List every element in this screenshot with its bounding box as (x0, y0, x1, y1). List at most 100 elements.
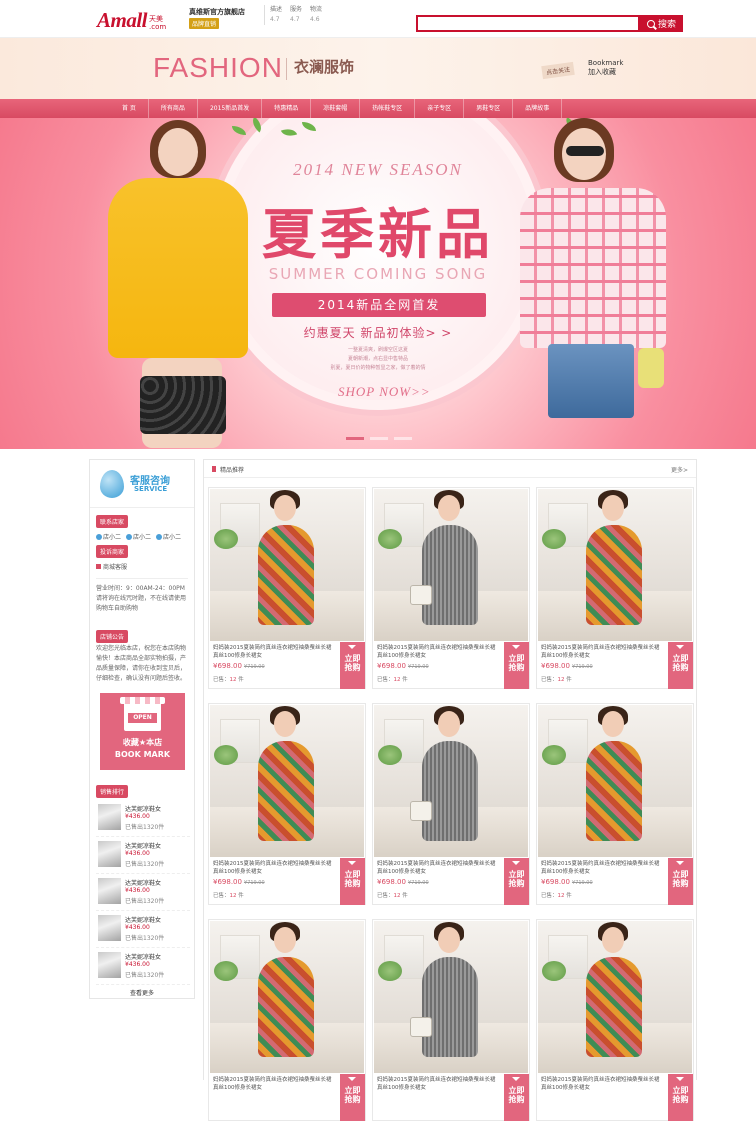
product-image[interactable] (538, 921, 692, 1073)
buy-line: 立即 (344, 654, 361, 663)
buy-now-button[interactable]: 立即 抢购 (668, 858, 693, 905)
buy-now-button[interactable]: 立即 抢购 (504, 642, 529, 689)
buy-line: 立即 (508, 654, 525, 663)
sold-count: 12 (557, 893, 565, 899)
more-link[interactable]: 更多> (671, 465, 688, 474)
bookmark-shop-button[interactable]: OPEN 收藏★本店 BOOK MARK (100, 693, 185, 770)
product-sold: 已售：12 件 (541, 675, 572, 683)
nav-item-home[interactable]: 首 页 (110, 99, 149, 118)
nav-item-men[interactable]: 男鞋专区 (464, 99, 514, 118)
rank-item[interactable]: 达芙妮凉鞋女 ¥436.00 已售出1320件 (96, 948, 190, 985)
rank-item[interactable]: 达芙妮凉鞋女 ¥436.00 已售出1320件 (96, 874, 190, 911)
shop-now-link[interactable]: SHOP NOW>> (338, 384, 431, 400)
product-card[interactable]: 妈妈装2015夏装简约真丝连衣裙短袖桑蚕丝长裙真丝100修身长裙女 ¥698.00… (372, 703, 530, 905)
product-title[interactable]: 妈妈装2015夏装简约真丝连衣裙短袖桑蚕丝长裙真丝100修身长裙女 (541, 1076, 663, 1092)
search-icon (646, 19, 655, 28)
product-image[interactable] (210, 489, 364, 641)
product-sold: 已售：12 件 (541, 891, 572, 899)
sold-label: 已售： (541, 893, 558, 899)
sold-count: 12 (393, 893, 401, 899)
product-title[interactable]: 妈妈装2015夏装简约真丝连衣裙短袖桑蚕丝长裙真丝100修身长裙女 (377, 644, 499, 660)
rating-item: 服务 4.7 (290, 5, 302, 25)
product-card[interactable]: 妈妈装2015夏装简约真丝连衣裙短袖桑蚕丝长裙真丝100修身长裙女 立即 抢购 (208, 919, 366, 1121)
product-card[interactable]: 妈妈装2015夏装简约真丝连衣裙短袖桑蚕丝长裙真丝100修身长裙女 立即 抢购 (372, 919, 530, 1121)
buy-now-button[interactable]: 立即 抢购 (504, 1074, 529, 1121)
logo-sub: 天美 .com (149, 15, 166, 31)
nav-item-story[interactable]: 品牌故事 (513, 99, 563, 118)
product-title[interactable]: 妈妈装2015夏装简约真丝连衣裙短袖桑蚕丝长裙真丝100修身长裙女 (213, 860, 335, 876)
rating-label: 描述 (270, 6, 283, 13)
product-price: ¥698.00 ¥719.00 (377, 662, 429, 670)
buy-now-button[interactable]: 立即 抢购 (340, 642, 365, 689)
mall-service-link[interactable]: 商城客服 (96, 562, 127, 571)
carousel-dot[interactable] (394, 437, 412, 440)
product-card[interactable]: 妈妈装2015夏装简约真丝连衣裙短袖桑蚕丝长裙真丝100修身长裙女 ¥698.00… (536, 703, 694, 905)
sold-label: 已售： (213, 893, 230, 899)
view-more-link[interactable]: 查看更多 (90, 988, 194, 997)
price-old: ¥719.00 (571, 880, 593, 886)
product-title[interactable]: 妈妈装2015夏装简约真丝连衣裙短袖桑蚕丝长裙真丝100修身长裙女 (377, 860, 499, 876)
rank-item[interactable]: 达芙妮凉鞋女 ¥436.00 已售出1320件 (96, 800, 190, 837)
buy-now-button[interactable]: 立即 抢购 (340, 1074, 365, 1121)
price-current: ¥698.00 (213, 878, 242, 886)
rank-item[interactable]: 达芙妮凉鞋女 ¥436.00 已售出1320件 (96, 911, 190, 948)
follow-button[interactable]: 点击关注 (541, 61, 575, 80)
buy-now-button[interactable]: 立即 抢购 (668, 1074, 693, 1121)
rating-label: 服务 (290, 6, 303, 13)
agent-chat[interactable]: 店小二 (156, 532, 181, 541)
product-image[interactable] (538, 705, 692, 857)
sold-label: 已售： (377, 677, 394, 683)
shop-header: FASHION 衣澜服饰 点击关注 Bookmark 加入收藏 (0, 38, 756, 99)
rank-price: ¥436.00 (125, 850, 150, 857)
carousel-dot[interactable] (346, 437, 364, 440)
product-card[interactable]: 妈妈装2015夏装简约真丝连衣裙短袖桑蚕丝长裙真丝100修身长裙女 ¥698.00… (208, 487, 366, 689)
product-image[interactable] (538, 489, 692, 641)
product-image[interactable] (374, 489, 528, 641)
rating-item: 物流 4.6 (310, 5, 322, 25)
buy-now-button[interactable]: 立即 抢购 (340, 858, 365, 905)
notice-tag: 店铺公告 (96, 630, 129, 643)
product-card[interactable]: 妈妈装2015夏装简约真丝连衣裙短袖桑蚕丝长裙真丝100修身长裙女 立即 抢购 (536, 919, 694, 1121)
product-image[interactable] (210, 921, 364, 1073)
nav-item-family[interactable]: 亲子专区 (415, 99, 465, 118)
nav-item-sandals[interactable]: 凉鞋套帽 (311, 99, 361, 118)
agent-label: 店小二 (133, 534, 152, 541)
rating-value: 4.6 (310, 16, 320, 23)
nav-item-hot[interactable]: 热帐鞋专区 (360, 99, 416, 118)
product-image[interactable] (374, 921, 528, 1073)
carousel-dot[interactable] (370, 437, 388, 440)
product-card[interactable]: 妈妈装2015夏装简约真丝连衣裙短袖桑蚕丝长裙真丝100修身长裙女 ¥698.00… (536, 487, 694, 689)
buy-line: 抢购 (508, 879, 525, 888)
nav-item-all[interactable]: 所有商品 (149, 99, 198, 118)
product-title[interactable]: 妈妈装2015夏装简约真丝连衣裙短袖桑蚕丝长裙真丝100修身长裙女 (213, 1076, 335, 1092)
product-image[interactable] (374, 705, 528, 857)
rank-thumb (98, 952, 121, 978)
rank-item[interactable]: 达芙妮凉鞋女 ¥436.00 已售出1320件 (96, 837, 190, 874)
banner-pill: 2014新品全网首发 (272, 293, 486, 317)
product-card[interactable]: 妈妈装2015夏装简约真丝连衣裙短袖桑蚕丝长裙真丝100修身长裙女 ¥698.00… (372, 487, 530, 689)
search-button[interactable]: 搜索 (640, 15, 683, 32)
product-title[interactable]: 妈妈装2015夏装简约真丝连衣裙短袖桑蚕丝长裙真丝100修身长裙女 (213, 644, 335, 660)
bookmark-cn: 加入收藏 (588, 68, 616, 76)
shop-name[interactable]: 真维斯官方旗舰店 (189, 7, 245, 17)
nav-item-new[interactable]: 2015新品首发 (198, 99, 263, 118)
mall-logo[interactable]: Amall 天美 .com (97, 7, 166, 31)
search-input[interactable] (416, 15, 640, 32)
nav-item-sale[interactable]: 特惠精品 (262, 99, 312, 118)
buy-now-button[interactable]: 立即 抢购 (668, 642, 693, 689)
hero-banner[interactable]: 2014 NEW SEASON 夏季新品 SUMMER COMING SONG … (0, 118, 756, 449)
product-image[interactable] (210, 705, 364, 857)
product-title[interactable]: 妈妈装2015夏装简约真丝连衣裙短袖桑蚕丝长裙真丝100修身长裙女 (541, 860, 663, 876)
rank-name: 达芙妮凉鞋女 (125, 917, 162, 924)
product-title[interactable]: 妈妈装2015夏装简约真丝连衣裙短袖桑蚕丝长裙真丝100修身长裙女 (541, 644, 663, 660)
bookmark-link[interactable]: Bookmark 加入收藏 (588, 59, 623, 77)
buy-now-button[interactable]: 立即 抢购 (504, 858, 529, 905)
product-card[interactable]: 妈妈装2015夏装简约真丝连衣裙短袖桑蚕丝长裙真丝100修身长裙女 ¥698.00… (208, 703, 366, 905)
agent-chat[interactable]: 店小二 (126, 532, 151, 541)
product-section: 精品推荐 更多> 妈妈装2015夏装简约真丝连衣裙短袖桑蚕丝长裙真丝100修身长… (203, 459, 697, 1121)
sold-unit: 件 (566, 677, 572, 683)
agent-chat[interactable]: 店小二 (96, 532, 121, 541)
product-title[interactable]: 妈妈装2015夏装简约真丝连衣裙短袖桑蚕丝长裙真丝100修身长裙女 (377, 1076, 499, 1092)
product-sold: 已售：12 件 (377, 675, 408, 683)
sold-label: 已售： (377, 893, 394, 899)
